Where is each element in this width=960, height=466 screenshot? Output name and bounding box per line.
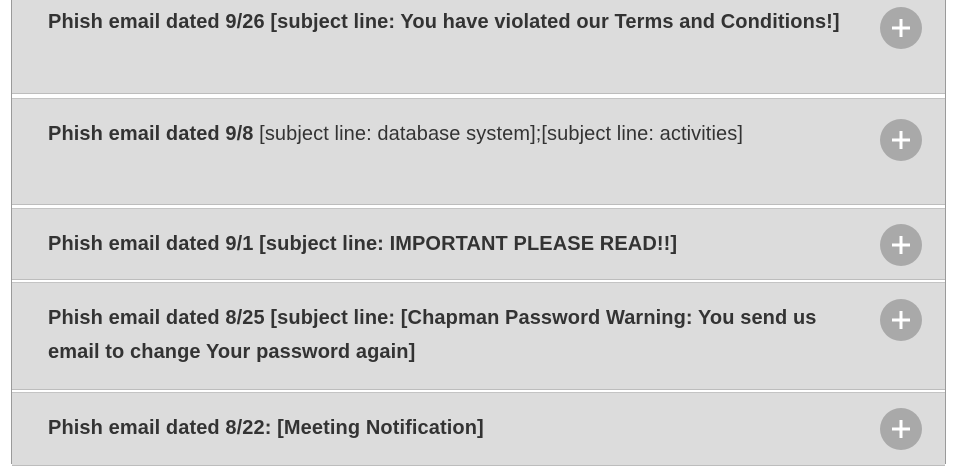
expand-button[interactable] — [880, 408, 922, 450]
expand-button[interactable] — [880, 119, 922, 161]
accordion-item-subject: [subject line: You have violated our Ter… — [264, 11, 840, 33]
accordion-item-subject: [subject line: database system];[subject… — [253, 123, 743, 145]
accordion-item-phish-8-22[interactable]: Phish email dated 8/22: [Meeting Notific… — [12, 392, 945, 466]
accordion-item-subject: [subject line: IMPORTANT PLEASE READ!!] — [253, 233, 678, 255]
expand-button[interactable] — [880, 7, 922, 49]
phish-email-accordion: Phish email dated 9/26 [subject line: Yo… — [11, 0, 946, 466]
accordion-item-date: Phish email dated 8/25 — [48, 307, 265, 329]
expand-button[interactable] — [880, 299, 922, 341]
accordion-item-phish-9-8[interactable]: Phish email dated 9/8 [subject line: dat… — [12, 98, 945, 205]
accordion-item-title: Phish email dated 9/26 [subject line: Yo… — [48, 5, 863, 39]
accordion-item-date: Phish email dated 9/8 — [48, 123, 254, 145]
accordion-item-date: Phish email dated 9/1 — [48, 233, 254, 255]
accordion-item-title: Phish email dated 8/22: [Meeting Notific… — [48, 411, 863, 445]
accordion-item-title: Phish email dated 8/25 [subject line: [C… — [48, 301, 863, 369]
accordion-item-date: Phish email dated 9/26 — [48, 11, 265, 33]
plus-circle-icon — [892, 19, 910, 37]
accordion-item-title: Phish email dated 9/8 [subject line: dat… — [48, 117, 863, 151]
plus-circle-icon — [892, 236, 910, 254]
accordion-item-title: Phish email dated 9/1 [subject line: IMP… — [48, 227, 863, 261]
plus-circle-icon — [892, 420, 910, 438]
accordion-item-phish-9-26[interactable]: Phish email dated 9/26 [subject line: Yo… — [12, 0, 945, 94]
accordion-item-phish-9-1[interactable]: Phish email dated 9/1 [subject line: IMP… — [12, 208, 945, 280]
accordion-item-phish-8-25[interactable]: Phish email dated 8/25 [subject line: [C… — [12, 282, 945, 390]
plus-circle-icon — [892, 311, 910, 329]
accordion-item-date: Phish email dated 8/22: — [48, 417, 272, 439]
accordion-item-subject: [Meeting Notification] — [271, 417, 484, 439]
expand-button[interactable] — [880, 224, 922, 266]
plus-circle-icon — [892, 131, 910, 149]
